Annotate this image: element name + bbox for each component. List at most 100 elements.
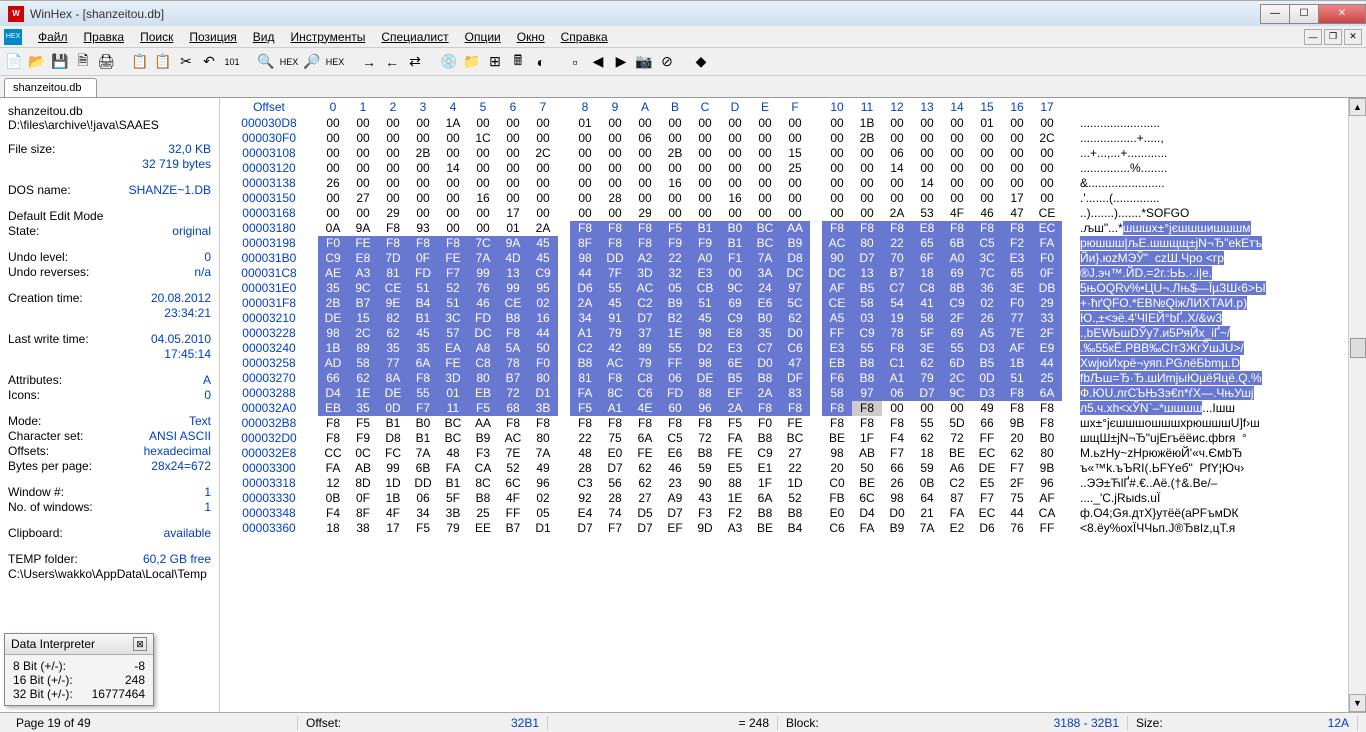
hex-byte[interactable]: 80 [1032,446,1062,461]
hex-byte[interactable]: 1D [378,476,408,491]
hex-byte[interactable]: 00 [852,176,882,191]
hex-byte[interactable]: 8C [600,386,630,401]
hex-byte[interactable]: FC [378,446,408,461]
hex-byte[interactable]: B8 [750,371,780,386]
ascii-cell[interactable]: Ю.‚±<эё.4'ЧІЕЙ°bҐ..X/&w3 [1062,311,1318,326]
hex-byte[interactable]: 00 [720,206,750,221]
hex-byte[interactable]: F8 [378,236,408,251]
hex-byte[interactable]: 00 [660,161,690,176]
hex-byte[interactable]: 80 [468,371,498,386]
scroll-thumb[interactable] [1350,338,1366,358]
hex-byte[interactable]: 00 [852,161,882,176]
hex-byte[interactable]: 00 [720,146,750,161]
hex-byte[interactable]: 6E [720,356,750,371]
hex-byte[interactable]: 87 [942,491,972,506]
hex-byte[interactable]: 00 [942,131,972,146]
interpreter-close-icon[interactable]: ⊠ [133,637,147,651]
hex-byte[interactable]: F5 [570,401,600,416]
data-interpreter-panel[interactable]: Data Interpreter ⊠ 8 Bit (+/-):-816 Bit … [4,633,154,706]
hex-byte[interactable]: 00 [378,146,408,161]
hex-byte[interactable]: 5A [498,341,528,356]
hex-byte[interactable]: EA [438,341,468,356]
hex-byte[interactable]: 2F [942,311,972,326]
hex-byte[interactable]: 00 [780,191,810,206]
hex-byte[interactable]: DF [780,371,810,386]
hex-byte[interactable]: 00 [408,131,438,146]
mdi-minimize[interactable]: — [1304,29,1322,45]
hex-byte[interactable]: 00 [600,161,630,176]
hex-byte[interactable]: B5 [972,356,1002,371]
hex-byte[interactable]: 6B [408,461,438,476]
hex-byte[interactable]: 00 [498,191,528,206]
hex-byte[interactable]: 00 [468,176,498,191]
hex-byte[interactable]: E6 [750,296,780,311]
hex-byte[interactable]: BC [438,431,468,446]
hex-byte[interactable]: 2A [882,206,912,221]
hex-byte[interactable]: DC [780,266,810,281]
hex-byte[interactable]: 88 [690,386,720,401]
hex-byte[interactable]: 6D [942,356,972,371]
hex-byte[interactable]: 00 [348,161,378,176]
hex-byte[interactable]: 00 [348,206,378,221]
menu-window[interactable]: Окно [509,28,553,46]
hex-byte[interactable]: 00 [750,206,780,221]
hex-byte[interactable]: A9 [660,491,690,506]
hex-byte[interactable]: B0 [750,311,780,326]
hex-byte[interactable]: 7A [408,446,438,461]
hex-byte[interactable]: F8 [1002,401,1032,416]
hex-byte[interactable]: 0F [1032,266,1062,281]
hex-byte[interactable]: B8 [498,311,528,326]
hex-byte[interactable]: F8 [942,221,972,236]
hex-row[interactable]: 00003288D41EDE5501EB72D1FA8CC6FD88EF2A83… [220,386,1348,401]
hex-byte[interactable]: 7A [750,251,780,266]
hex-byte[interactable]: 00 [822,176,852,191]
hex-byte[interactable]: 51 [438,296,468,311]
hex-byte[interactable]: 00 [348,176,378,191]
hex-byte[interactable]: 88 [720,476,750,491]
hex-byte[interactable]: A1 [882,371,912,386]
hex-row[interactable]: 00003348F48F4F343B25FF05E474D5D7F3F2B8B8… [220,506,1348,521]
hex-byte[interactable]: 6A [750,491,780,506]
ram-icon[interactable]: 📁 [462,52,482,72]
hex-byte[interactable]: 00 [912,191,942,206]
fwd-icon[interactable]: ⇄ [405,52,425,72]
hex-byte[interactable]: 55 [660,341,690,356]
hex-byte[interactable]: F8 [822,416,852,431]
hex-byte[interactable]: F0 [750,416,780,431]
cut-icon[interactable]: ✂ [176,52,196,72]
hex-byte[interactable]: F8 [750,401,780,416]
hex-byte[interactable]: 00 [690,131,720,146]
hex-byte[interactable]: F0 [528,356,558,371]
hex-byte[interactable]: 0B [912,476,942,491]
hex-byte[interactable]: 00 [318,161,348,176]
hex-byte[interactable]: 00 [942,146,972,161]
hex-byte[interactable]: 58 [348,356,378,371]
hex-byte[interactable]: B8 [780,506,810,521]
hex-byte[interactable]: C6 [822,521,852,536]
hex-byte[interactable]: 00 [972,176,1002,191]
hex-byte[interactable]: EC [972,506,1002,521]
open-icon[interactable]: 📂 [27,52,47,72]
hex-byte[interactable]: 00 [882,191,912,206]
hex-byte[interactable]: FE [780,416,810,431]
hex-byte[interactable]: CA [1032,506,1062,521]
hex-byte[interactable]: 60 [660,401,690,416]
ascii-cell[interactable]: fbЉш=Ђ·Ђ.шИmјыЮµёЯцё.Q.% [1062,371,1318,386]
hex-byte[interactable]: D3 [972,386,1002,401]
hex-byte[interactable]: 79 [912,371,942,386]
hex-byte[interactable]: CE [1032,206,1062,221]
hex-byte[interactable]: 15 [348,311,378,326]
hex-byte[interactable]: 7E [498,446,528,461]
hex-byte[interactable]: 62 [378,326,408,341]
hex-byte[interactable]: 25 [468,506,498,521]
hex-byte[interactable]: A3 [720,521,750,536]
ascii-cell[interactable]: +·ћґQFО.*ЕВ№QiжЛИXTAИ.р) [1062,296,1318,311]
hex-byte[interactable]: 00 [570,131,600,146]
hex-byte[interactable]: 7A [468,251,498,266]
hex-byte[interactable]: B0 [1032,431,1062,446]
hex-byte[interactable]: 26 [972,311,1002,326]
hex-byte[interactable]: F9 [348,431,378,446]
hex-byte[interactable]: 00 [570,161,600,176]
hex-byte[interactable]: AF [822,281,852,296]
hex-byte[interactable]: 00 [408,161,438,176]
